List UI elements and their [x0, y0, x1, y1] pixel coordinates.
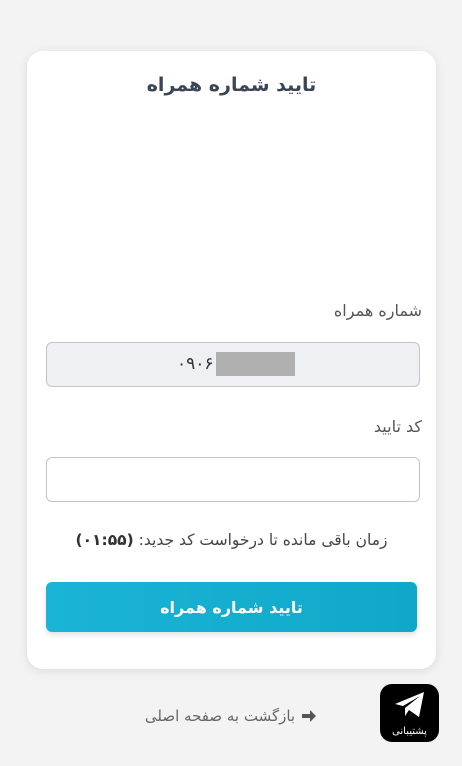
verify-phone-button[interactable]: تایید شماره همراه: [46, 582, 417, 632]
timer-countdown: (۰۱:۵۵): [75, 531, 134, 549]
code-input[interactable]: [46, 457, 420, 502]
phone-value: ۰۹۰۶: [177, 354, 214, 374]
phone-value-wrapper: ۰۹۰۶: [177, 352, 295, 376]
phone-redaction: [215, 352, 295, 376]
support-label: پشتیبانی: [392, 725, 427, 737]
phone-field: ۰۹۰۶: [46, 342, 420, 387]
timer-label: زمان باقی مانده تا درخواست کد جدید:: [138, 531, 388, 549]
arrow-right-icon: [301, 709, 317, 723]
phone-label: شماره همراه: [333, 301, 422, 320]
support-button[interactable]: پشتیبانی: [380, 684, 439, 742]
back-link-label: بازگشت به صفحه اصلی: [144, 707, 296, 725]
page-title: تایید شماره همراه: [146, 74, 317, 96]
telegram-icon: [393, 690, 427, 724]
verification-card: تایید شماره همراه شماره همراه ۰۹۰۶ کد تا…: [27, 51, 436, 669]
code-label: کد تایید: [373, 417, 422, 436]
timer-text: زمان باقی مانده تا درخواست کد جدید: (۰۱:…: [27, 531, 436, 549]
